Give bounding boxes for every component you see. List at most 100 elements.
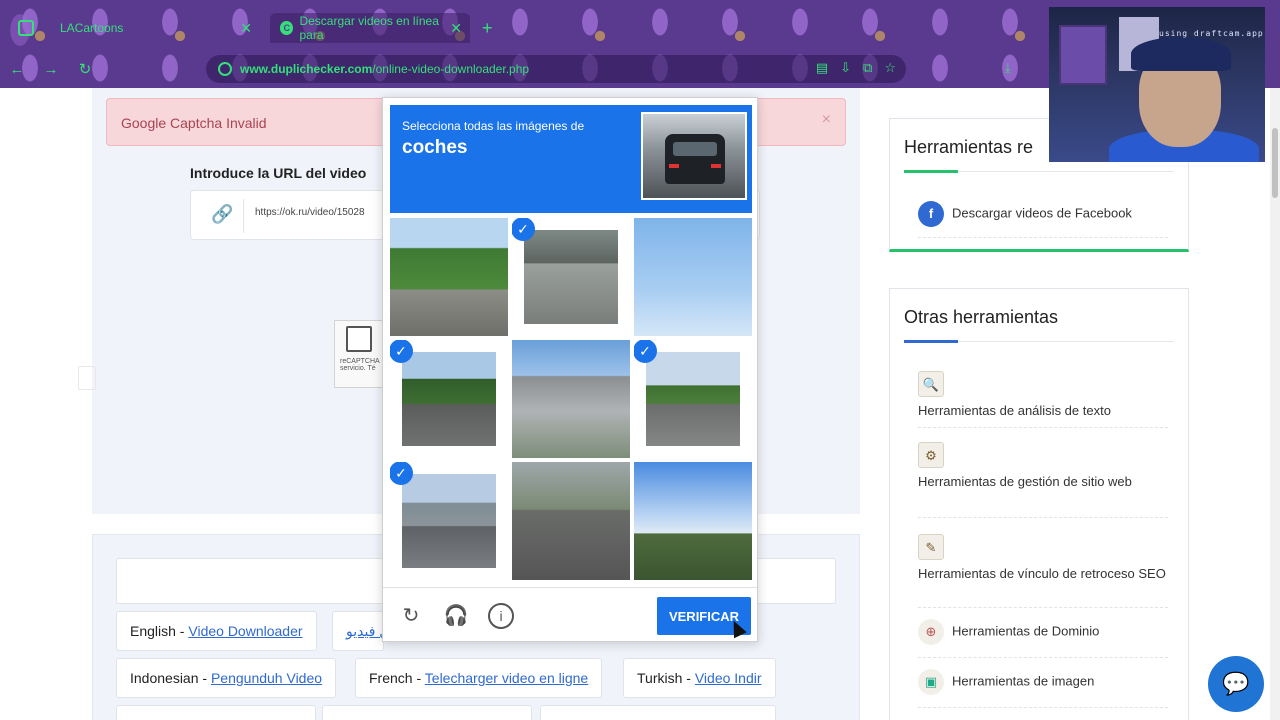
tab-strip: LACartoons ✕ C Descargar videos en línea… [0,10,1050,46]
lang-link[interactable]: Video Downloader [188,623,302,639]
tab-duplichecker[interactable]: C Descargar videos en línea para ✕ [270,13,470,43]
link-icon: 🔗 [211,204,234,224]
lang-arabic: بل فيديو [332,611,384,651]
recaptcha-terms[interactable]: servicio. Té [340,365,378,372]
sidebar-item-image[interactable]: ▣ Herramientas de imagen [918,669,1168,695]
tile-image [402,474,496,568]
other-tools-title: Otras herramientas [904,307,1059,327]
download-icon[interactable]: ⤓ [1005,60,1011,76]
recaptcha-label: reCAPTCHA [340,358,380,365]
tab-lacartoons[interactable]: LACartoons ✕ [50,13,260,43]
divider [918,607,1168,608]
title-underline [904,170,1174,173]
tile-image [524,230,618,324]
captcha-tile[interactable]: ✓ [390,340,508,458]
captcha-tile[interactable]: ✓ [634,340,752,458]
captcha-tile[interactable]: ✓ [634,218,752,336]
webcam-caption: using draftcam.app [1159,29,1264,38]
tile-image [634,462,752,580]
address-bar[interactable]: www.duplichecker.com/online-video-downlo… [206,55,906,83]
divider [918,427,1168,428]
recaptcha-checkbox[interactable] [346,326,372,352]
divider [918,517,1168,518]
tile-image [390,218,508,336]
image-icon: ▣ [918,669,944,695]
other-tools-box: Otras herramientas 🔍 Herramientas de aná… [889,288,1189,720]
url-label: Introduce la URL del video [190,165,367,181]
url-text: www.duplichecker.com/online-video-downlo… [240,62,530,76]
sidebar-item-text-analysis[interactable]: 🔍 Herramientas de análisis de texto [918,371,1168,420]
info-icon[interactable]: i [488,603,514,629]
related-tools-title: Herramientas re [904,137,1034,157]
site-management-icon: ⚙ [918,442,944,468]
tile-image [402,352,496,446]
close-tab-icon[interactable]: ✕ [450,20,462,37]
star-icon[interactable]: ☆ [884,60,896,76]
lang-link[interactable]: Telecharger video en ligne [425,670,588,686]
sidebar-item-backlink[interactable]: ✎ Herramientas de vínculo de retroceso S… [918,534,1168,583]
captcha-tile[interactable]: ✓ [390,462,508,580]
recaptcha-challenge: Selecciona todas las imágenes de coches … [382,97,758,642]
poster [1059,25,1107,85]
close-tab-icon[interactable]: ✕ [240,20,252,37]
divider [918,707,1168,708]
close-icon[interactable]: × [822,111,831,129]
new-tab-icon[interactable]: + [482,18,493,39]
alert-message: Google Captcha Invalid [121,115,267,131]
title-underline [904,340,1174,343]
divider [918,657,1168,658]
lang-row-partial [116,705,316,720]
video-url-input[interactable] [255,207,385,218]
site-info-icon[interactable] [218,62,232,76]
sidebar-item-site-management[interactable]: ⚙ Herramientas de gestión de sitio web [918,442,1168,491]
domain-icon: ⊕ [918,619,944,645]
backlink-icon: ✎ [918,534,944,560]
lang-english: English - Video Downloader [116,611,317,651]
captcha-tile[interactable]: ✓ [512,218,630,336]
recaptcha-widget[interactable]: reCAPTCHA servicio. Té [334,320,384,388]
tile-image [646,352,740,446]
tile-image [512,340,630,458]
tile-image [512,462,630,580]
reader-icon[interactable]: ▤ [816,60,828,76]
chat-bubble-icon[interactable]: 💬 [1208,656,1264,712]
lang-row-partial [540,705,776,720]
captcha-tile[interactable]: ✓ [512,462,630,580]
tab-search-icon[interactable] [18,20,34,36]
challenge-footer: ↻ 🎧 i VERIFICAR [383,587,757,642]
forward-icon[interactable]: → [34,61,68,78]
car-sample [665,134,725,184]
person-cap [1131,37,1231,71]
scrollbar[interactable] [1270,88,1280,720]
tile-image [634,218,752,336]
webcam-overlay: using draftcam.app [1049,7,1265,162]
lang-link[interactable]: Pengunduh Video [211,670,322,686]
nav-row: ← → ↻ www.duplichecker.com/online-video-… [0,52,1050,86]
challenge-header: Selecciona todas las imágenes de coches [390,105,752,213]
favicon-icon: C [280,21,294,35]
text-analysis-icon: 🔍 [918,371,944,397]
reload-icon[interactable]: ↻ [68,60,102,78]
lang-indonesian: Indonesian - Pengunduh Video [116,658,337,698]
lang-row-partial [322,705,532,720]
captcha-tile[interactable]: ✓ [634,462,752,580]
reload-icon[interactable]: ↻ [398,603,424,629]
lang-turkish: Turkish - Video Indir [623,658,776,698]
share-icon[interactable]: ⧉ [863,60,872,76]
back-icon[interactable]: ← [0,61,34,78]
scrollbar-thumb[interactable] [1272,128,1278,198]
lang-link[interactable]: بل فيديو [346,623,383,639]
sidebar-item-facebook[interactable]: f Descargar videos de Facebook [918,201,1132,227]
lang-link[interactable]: Video Indir [695,670,762,686]
note-icon [78,366,96,390]
lang-french: French - Telecharger video en ligne [355,658,603,698]
audio-challenge-icon[interactable]: 🎧 [443,603,469,629]
install-icon[interactable]: ⇩ [840,60,851,76]
captcha-tile[interactable]: ✓ [512,340,630,458]
sidebar-item-domain[interactable]: ⊕ Herramientas de Dominio [918,619,1168,645]
omnibox-actions: ▤ ⇩ ⧉ ☆ [816,60,896,76]
divider [918,237,1168,238]
captcha-tile[interactable]: ✓ [390,218,508,336]
tab-label: Descargar videos en línea para [299,14,439,42]
divider [243,199,244,233]
